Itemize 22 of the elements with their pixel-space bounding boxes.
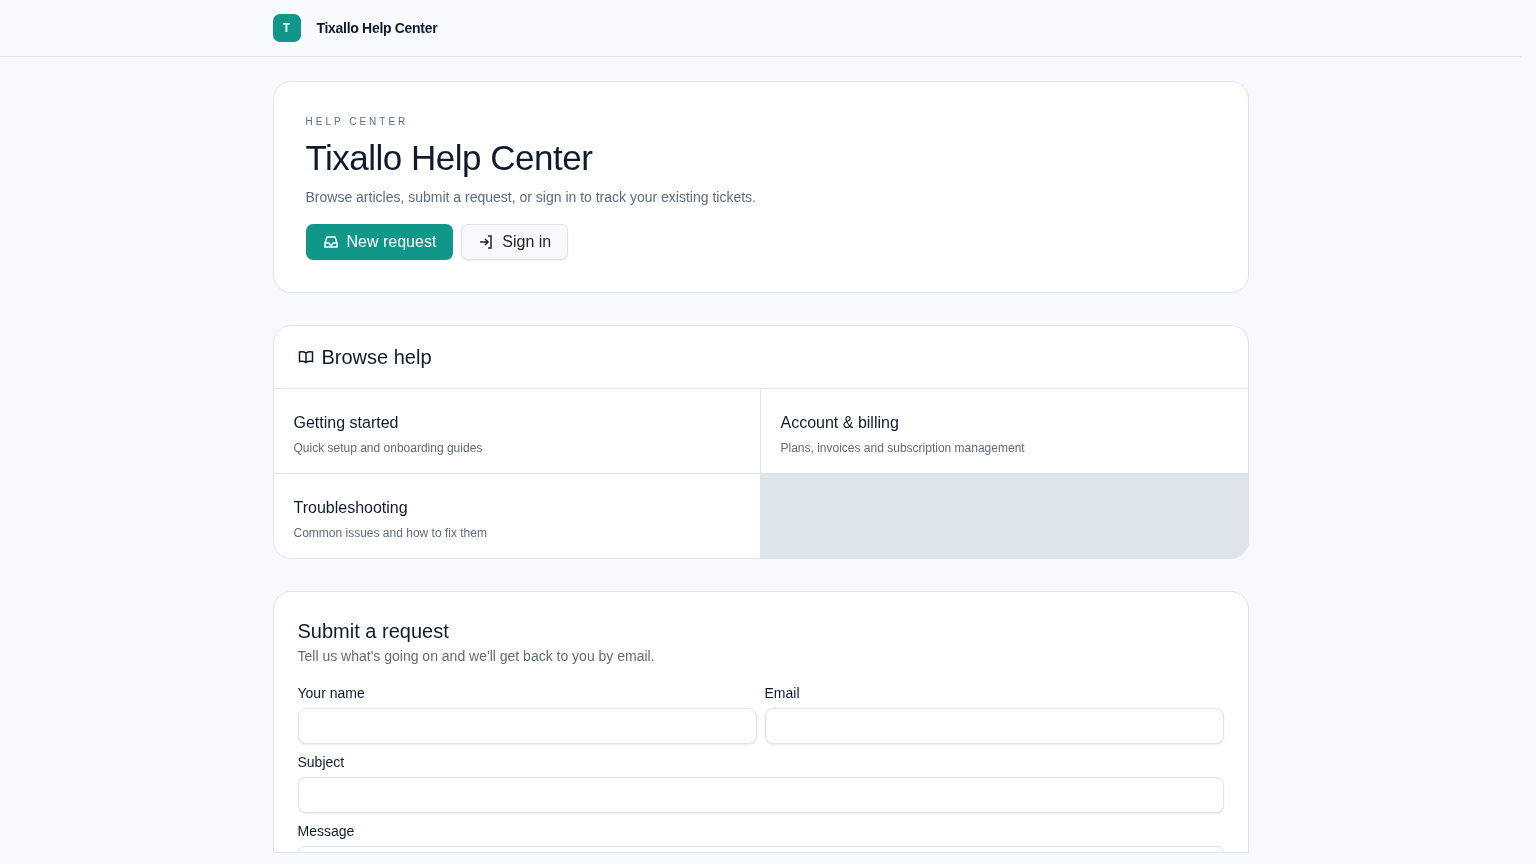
category-tile[interactable]: Getting started Quick setup and onboarding guides [273,388,761,473]
field-label: Subject [297,753,346,772]
new-request-button[interactable]: New request [305,224,454,260]
site-title: Tixallo Help Center [316,18,438,38]
hero-description: Browse articles, submit a request, or sign in to track your existing tickets. [305,188,757,207]
category-tile[interactable]: Troubleshooting Common issues and how to fix them [273,473,761,558]
category-description: Quick setup and onboarding guides [293,440,484,457]
category-description: Common issues and how to fix them [293,525,488,542]
category-title: Getting started [293,413,400,433]
category-title: Troubleshooting [293,498,409,518]
logo-badge: T [272,14,301,42]
eyebrow-text: HELP CENTER [305,115,410,129]
sign-in-button[interactable]: Sign in [461,224,569,260]
category-description: Plans, invoices and subscription management [780,440,1026,457]
form-description: Tell us what's going on and we'll get back to you by email. [297,647,656,666]
section-heading: Browse help [321,345,432,370]
category-title: Account & billing [780,413,900,433]
field-label: Message [297,822,356,841]
field-label: Your name [297,684,366,703]
page-heading: Tixallo Help Center [305,137,594,179]
field-label: Email [764,684,801,703]
form-heading: Submit a request [297,619,450,644]
